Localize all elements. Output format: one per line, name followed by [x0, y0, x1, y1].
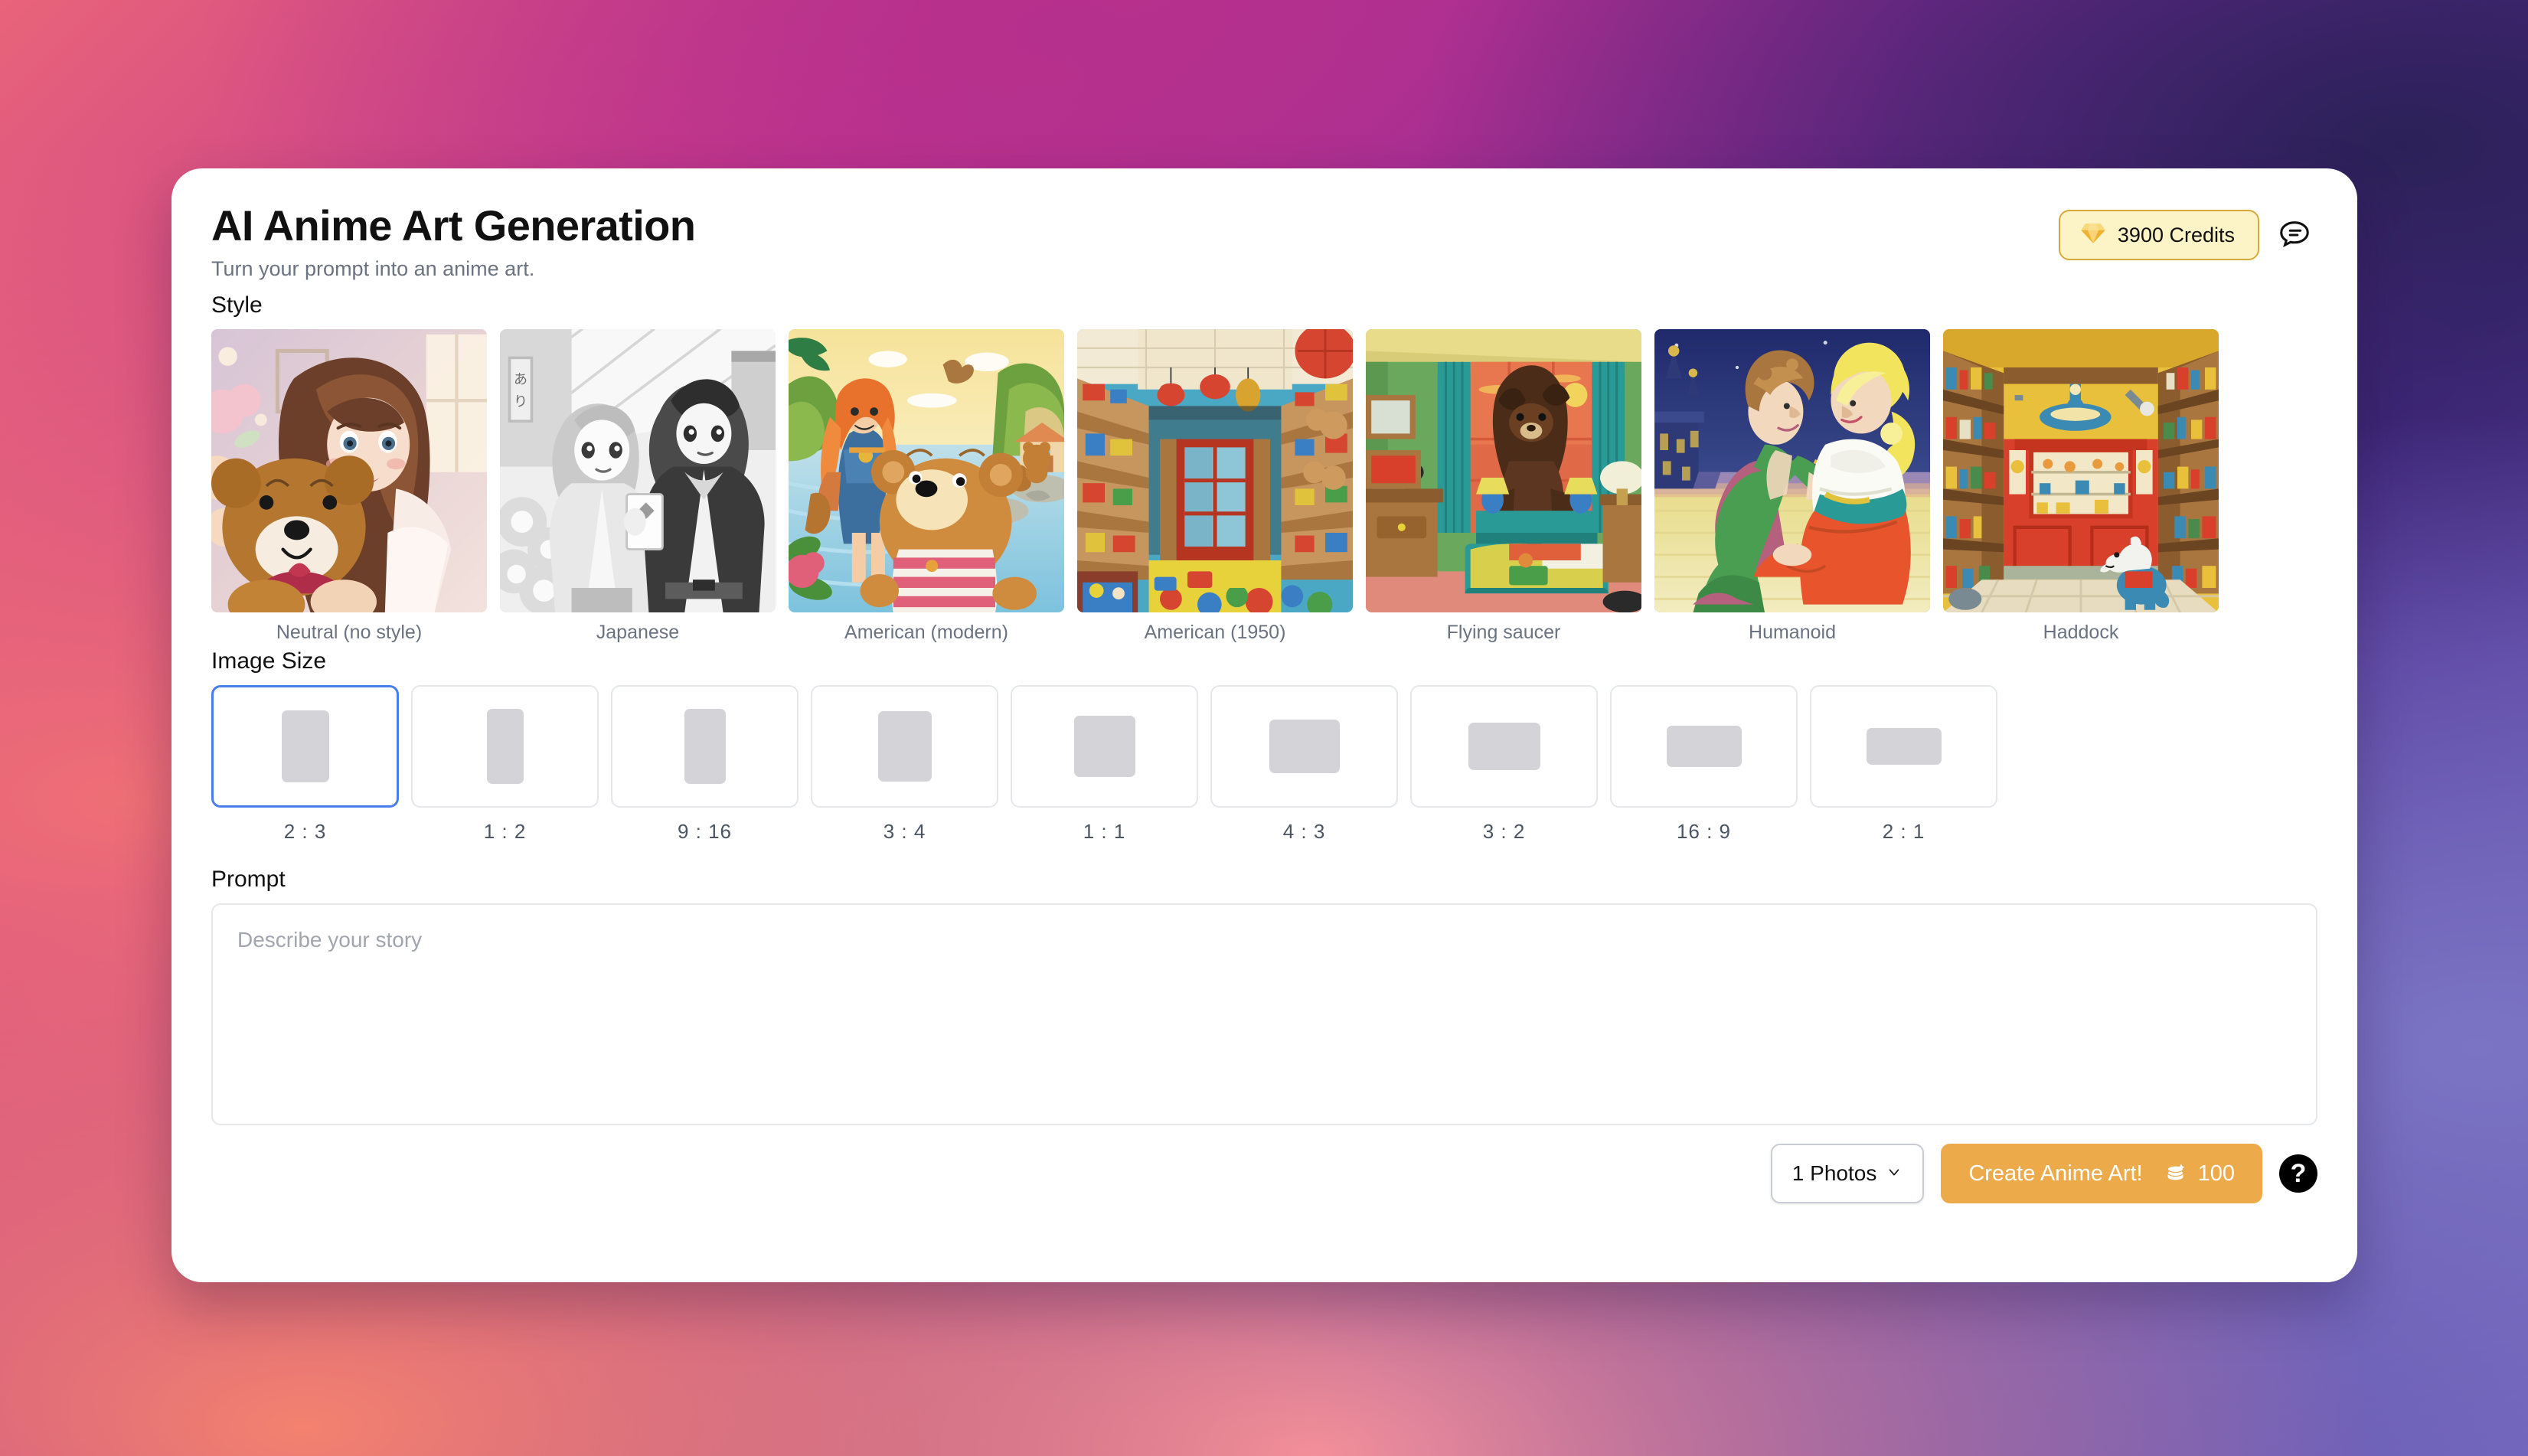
- style-list: Neutral (no style) あ り Japanese American…: [211, 329, 2317, 644]
- prompt-section: Prompt: [211, 867, 2317, 1125]
- style-option-label: Flying saucer: [1446, 622, 1561, 643]
- style-option-label: American (modern): [844, 622, 1008, 643]
- photos-count-dropdown[interactable]: 1 Photos: [1770, 1144, 1925, 1203]
- prompt-input[interactable]: [211, 903, 2317, 1125]
- style-option-label: Haddock: [2043, 622, 2119, 643]
- size-card: [1610, 685, 1798, 808]
- photos-count-label: 1 Photos: [1791, 1161, 1877, 1185]
- create-cost-amount: 100: [2197, 1161, 2235, 1186]
- style-option-label: Japanese: [596, 622, 680, 643]
- image-size-section-label: Image Size: [211, 648, 327, 674]
- size-preview-shape: [877, 711, 932, 782]
- size-option-4-3[interactable]: 4 : 3: [1210, 685, 1398, 844]
- size-preview-shape: [281, 710, 329, 782]
- size-option-2-1[interactable]: 2 : 1: [1810, 685, 1997, 844]
- chat-bubble-icon[interactable]: [2276, 217, 2313, 253]
- size-option-label: 16 : 9: [1676, 820, 1732, 843]
- size-option-3-2[interactable]: 3 : 2: [1410, 685, 1598, 844]
- size-card: [811, 685, 998, 808]
- help-icon[interactable]: ?: [2279, 1154, 2317, 1193]
- size-option-2-3[interactable]: 2 : 3: [211, 685, 399, 844]
- size-option-label: 4 : 3: [1282, 820, 1326, 843]
- style-option-neutral[interactable]: Neutral (no style): [211, 329, 487, 644]
- size-preview-shape: [1073, 716, 1135, 777]
- size-preview-shape: [486, 709, 524, 784]
- credits-button[interactable]: 3900 Credits: [2058, 210, 2259, 260]
- style-thumbnail: あ り: [500, 329, 776, 612]
- style-thumbnail: [1654, 329, 1930, 612]
- size-option-1-1[interactable]: 1 : 1: [1011, 685, 1198, 844]
- size-card: [1410, 685, 1598, 808]
- chevron-down-icon: [1886, 1164, 1903, 1184]
- size-preview-shape: [1269, 720, 1340, 773]
- size-preview-shape: [1468, 723, 1540, 770]
- image-size-list: 2 : 3 1 : 2 9 : 16 3 : 4 1 : 1 4: 3 3:…: [211, 685, 2317, 844]
- style-option-label: Humanoid: [1749, 622, 1836, 643]
- size-option-label: 1 : 2: [483, 820, 527, 843]
- style-option-humanoid[interactable]: Humanoid: [1654, 329, 1930, 644]
- style-option-american-1950[interactable]: American (1950): [1077, 329, 1353, 644]
- size-option-label: 9 : 16: [677, 820, 733, 843]
- create-button-label: Create Anime Art!: [1968, 1161, 2143, 1186]
- style-option-label: Neutral (no style): [276, 622, 423, 643]
- size-option-label: 2 : 3: [283, 820, 327, 843]
- svg-text:り: り: [514, 393, 527, 409]
- size-card: [411, 685, 599, 808]
- size-option-label: 3 : 2: [1482, 820, 1526, 843]
- svg-text:あ: あ: [514, 372, 527, 387]
- size-option-3-4[interactable]: 3 : 4: [811, 685, 998, 844]
- gem-icon: [2080, 220, 2106, 250]
- size-option-9-16[interactable]: 9 : 16: [611, 685, 799, 844]
- style-option-haddock[interactable]: Haddock: [1943, 329, 2219, 644]
- card-header: AI Anime Art Generation Turn your prompt…: [211, 201, 2317, 292]
- prompt-section-label: Prompt: [211, 867, 286, 892]
- size-preview-shape: [684, 709, 726, 784]
- size-option-label: 2 : 1: [1882, 820, 1925, 843]
- style-section-label: Style: [211, 292, 263, 318]
- size-card: [611, 685, 799, 808]
- size-card: [211, 685, 399, 808]
- size-card: [1210, 685, 1398, 808]
- style-thumbnail: [211, 329, 487, 612]
- style-thumbnail: [1366, 329, 1641, 612]
- size-card: [1011, 685, 1198, 808]
- coins-icon: [2166, 1161, 2189, 1187]
- page-title: AI Anime Art Generation: [211, 201, 696, 250]
- bottom-action-bar: 1 Photos Create Anime Art! 100 ?: [211, 1144, 2317, 1203]
- style-thumbnail: [1943, 329, 2219, 612]
- size-option-16-9[interactable]: 16 : 9: [1610, 685, 1798, 844]
- style-thumbnail: [789, 329, 1064, 612]
- size-option-1-2[interactable]: 1 : 2: [411, 685, 599, 844]
- generation-card: AI Anime Art Generation Turn your prompt…: [171, 168, 2357, 1282]
- style-thumbnail: [1077, 329, 1353, 612]
- page-subtitle: Turn your prompt into an anime art.: [211, 256, 535, 280]
- create-anime-art-button[interactable]: Create Anime Art! 100: [1941, 1144, 2262, 1203]
- style-option-flying-saucer[interactable]: Flying saucer: [1366, 329, 1641, 644]
- credits-label: 3900 Credits: [2117, 223, 2235, 246]
- style-option-japanese[interactable]: あ り Japanese: [500, 329, 776, 644]
- size-card: [1810, 685, 1997, 808]
- size-preview-shape: [1866, 728, 1942, 765]
- style-option-american-modern[interactable]: American (modern): [789, 329, 1064, 644]
- size-option-label: 3 : 4: [883, 820, 926, 843]
- size-option-label: 1 : 1: [1083, 820, 1126, 843]
- style-option-label: American (1950): [1144, 622, 1286, 643]
- create-button-cost: 100: [2166, 1161, 2235, 1187]
- size-preview-shape: [1666, 726, 1742, 767]
- header-actions: 3900 Credits: [2058, 210, 2313, 260]
